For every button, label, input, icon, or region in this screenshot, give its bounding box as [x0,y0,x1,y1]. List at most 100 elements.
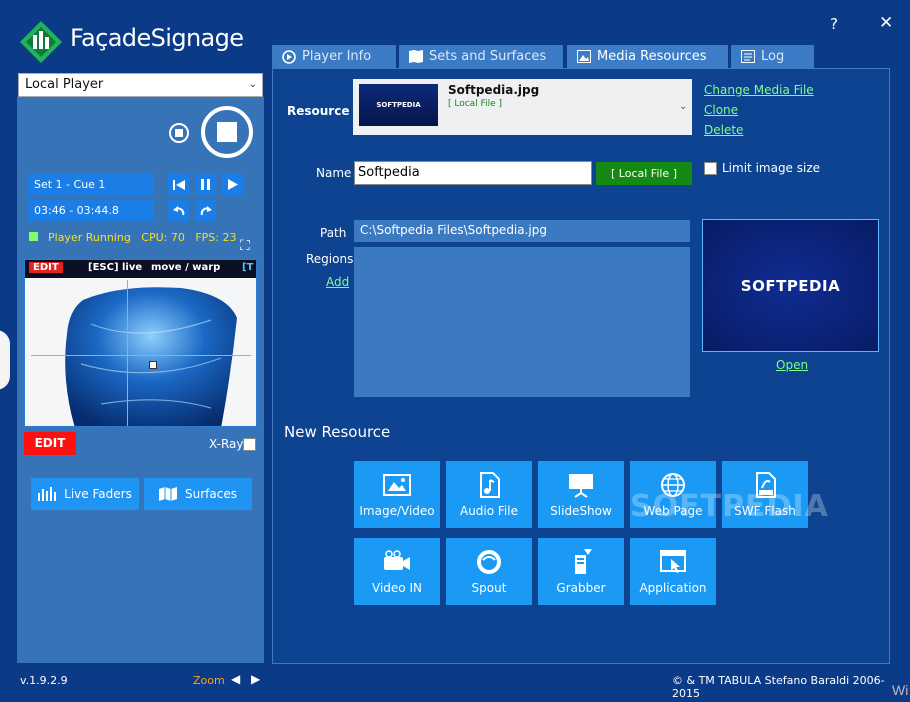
copyright: © & TM TABULA Stefano Baraldi 2006-2015 [672,674,885,700]
resource-preview: SOFTPEDIA [702,219,879,352]
redo-icon[interactable] [195,200,216,221]
center-handle[interactable] [149,361,157,369]
grabber-icon [575,548,592,574]
player-preview[interactable]: EDIT [ESC] live move / warp [T [24,259,257,427]
play-icon[interactable] [222,174,243,195]
log-icon [741,50,755,63]
xray-checkbox[interactable] [243,438,256,451]
new-resource-title: New Resource [284,423,391,441]
tab-media-resources[interactable]: Media Resources [567,45,728,68]
edit-chip[interactable]: EDIT [29,262,63,273]
open-link[interactable]: Open [776,358,808,372]
chevron-down-icon: ⌄ [248,79,257,90]
add-region-link[interactable]: Add [326,275,349,289]
tab-sets-and-surfaces[interactable]: Sets and Surfaces [399,45,563,68]
resource-select[interactable]: SOFTPEDIA Softpedia.jpg [ Local File ] ⌄ [353,79,692,135]
resource-type: [ Local File ] [448,99,502,109]
zoom-out-icon[interactable]: ◀ [231,672,240,686]
player-info-icon [282,49,296,64]
skip-back-icon[interactable] [168,174,189,195]
version-label: v.1.9.2.9 [20,674,68,687]
sets-icon [409,50,423,63]
new-video-in-button[interactable]: Video IN [354,538,440,605]
video-camera-icon [384,549,410,570]
background-shape [0,330,10,390]
regions-label: Regions [306,252,354,266]
slideshow-icon [569,473,593,498]
watermark: SOFTPEDIA [630,489,829,524]
tile-label: Audio File [459,503,518,518]
chevron-down-icon: ⌄ [679,101,688,112]
status-indicator [29,232,38,241]
player-status: Player Running CPU: 70 FPS: 23 [48,231,237,244]
faders-icon [38,487,57,501]
undo-icon[interactable] [168,200,189,221]
image-icon [383,473,411,496]
surfaces-button[interactable]: Surfaces [144,478,252,510]
fullscreen-icon[interactable]: ⛶ [240,238,250,254]
cue-field[interactable]: Set 1 - Cue 1 [28,174,154,195]
crosshair-horizontal [31,355,251,356]
audio-file-icon [480,471,500,498]
tile-label: Spout [471,580,507,595]
new-application-button[interactable]: Application [630,538,716,605]
limit-image-size-checkbox[interactable] [704,162,717,175]
tab-player-info[interactable]: Player Info [272,45,396,68]
path-field[interactable]: C:\Softpedia Files\Softpedia.jpg [354,220,690,242]
player-select[interactable]: Local Player ⌄ [18,73,263,97]
player-select-value: Local Player [25,77,104,92]
live-faders-button[interactable]: Live Faders [31,478,139,510]
edit-button[interactable]: EDIT [24,432,76,455]
map-icon [159,487,178,501]
new-spout-button[interactable]: Spout [446,538,532,605]
xray-label: X-Ray [209,437,244,451]
path-label: Path [320,226,347,240]
move-warp-hint: move / warp [151,262,221,273]
save-icon[interactable] [169,123,189,143]
live-faders-label: Live Faders [64,487,132,501]
name-input[interactable]: Softpedia [354,161,592,185]
spout-icon [477,549,501,574]
facade-logo-icon [20,21,62,63]
tab-media-label: Media Resources [597,49,707,64]
name-label: Name [316,166,352,180]
tab-log-label: Log [761,49,785,64]
new-image-video-button[interactable]: Image/Video [354,461,440,528]
change-media-file-link[interactable]: Change Media File [704,83,814,97]
preview-toolbar: EDIT [ESC] live move / warp [T [25,260,256,278]
zoom-in-icon[interactable]: ▶ [251,672,260,686]
media-image-icon [577,50,591,63]
tab-log[interactable]: Log [731,45,814,68]
corner-text: Wi [892,682,909,698]
resource-name: Softpedia.jpg [448,83,540,97]
tile-label: Grabber [556,580,606,595]
application-window-icon [660,549,686,573]
pause-icon[interactable] [195,174,216,195]
resource-thumbnail: SOFTPEDIA [359,84,438,126]
stop-button[interactable] [201,106,253,158]
tile-label: SlideShow [550,503,612,518]
app-logo-text: FaçadeSignage [70,24,244,52]
tile-label: Image/Video [359,503,435,518]
help-button[interactable]: ? [830,15,838,33]
regions-list[interactable] [354,247,690,397]
clone-link[interactable]: Clone [704,103,738,117]
truncated-hint: [T [242,262,254,273]
esc-live-hint: [ESC] live [88,262,143,273]
limit-image-size-label: Limit image size [722,161,821,175]
close-button[interactable]: ✕ [879,13,893,33]
tile-label: Video IN [372,580,422,595]
tab-sets-label: Sets and Surfaces [429,49,547,64]
new-audio-file-button[interactable]: Audio File [446,461,532,528]
resource-label: Resource [287,104,350,118]
zoom-label: Zoom [193,674,225,687]
tile-label: Application [639,580,707,595]
crosshair-vertical [127,280,128,426]
time-field[interactable]: 03:46 - 03:44.8 [28,200,154,221]
tab-player-info-label: Player Info [302,49,372,64]
delete-link[interactable]: Delete [704,123,743,137]
local-file-button[interactable]: [ Local File ] [596,162,692,185]
new-slideshow-button[interactable]: SlideShow [538,461,624,528]
new-grabber-button[interactable]: Grabber [538,538,624,605]
surfaces-label: Surfaces [185,487,237,501]
